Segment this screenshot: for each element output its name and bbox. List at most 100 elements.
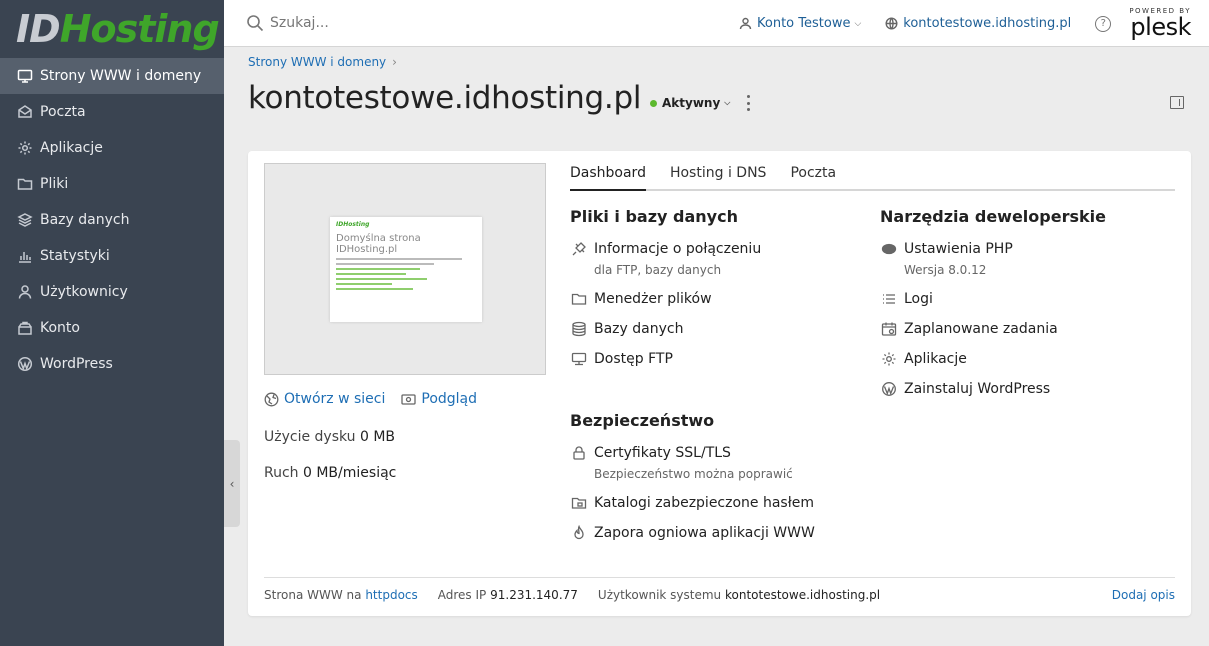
account-menu[interactable]: Konto Testowe ⌵ — [739, 16, 861, 31]
ip-address-info: Adres IP 91.231.140.77 — [438, 588, 578, 602]
flame-icon — [570, 524, 588, 542]
php-settings-link[interactable]: Ustawienia PHP Wersja 8.0.12 — [880, 239, 1106, 279]
sidebar-item-label: Użytkownicy — [40, 284, 128, 300]
more-options-icon[interactable] — [745, 95, 751, 111]
sidebar-item-label: Poczta — [40, 104, 86, 120]
open-in-web-label: Otwórz w sieci — [284, 391, 386, 407]
monitor-icon — [16, 67, 34, 85]
tool-sublabel: Bezpieczeństwo można poprawić — [594, 467, 793, 481]
protected-directories-link[interactable]: Katalogi zabezpieczone hasłem — [570, 493, 815, 513]
disk-usage-value: 0 MB — [360, 429, 396, 445]
chevron-down-icon: ⌵ — [724, 98, 731, 107]
user-icon — [739, 17, 752, 30]
tab-hosting-dns[interactable]: Hosting i DNS — [670, 165, 766, 189]
tool-label: Zainstaluj WordPress — [904, 381, 1051, 397]
tab-dashboard[interactable]: Dashboard — [570, 165, 646, 191]
sidebar-item-wordpress[interactable]: WordPress — [0, 346, 224, 382]
tool-label: Bazy danych — [594, 321, 684, 337]
search-input[interactable] — [270, 15, 650, 31]
tab-mail[interactable]: Poczta — [790, 165, 836, 189]
document-root-label: Strona WWW na — [264, 588, 362, 602]
connection-info-link[interactable]: Informacje o połączeniu dla FTP, bazy dan… — [570, 239, 761, 279]
breadcrumb: Strony WWW i domeny › — [248, 55, 397, 69]
top-bar: Konto Testowe ⌵ kontotestowe.idhosting.p… — [224, 0, 1209, 47]
card-footer: Strona WWW na httpdocs Adres IP 91.231.1… — [264, 577, 1175, 602]
sidebar-item-label: Bazy danych — [40, 212, 130, 228]
traffic-label: Ruch — [264, 465, 299, 481]
ftp-access-link[interactable]: Dostęp FTP — [570, 349, 761, 369]
search-icon — [247, 15, 264, 32]
sidebar-item-databases[interactable]: Bazy danych — [0, 202, 224, 238]
side-panel-toggle-icon[interactable] — [1170, 96, 1184, 109]
ssl-certificates-link[interactable]: Certyfikaty SSL/TLS Bezpieczeństwo można … — [570, 443, 815, 483]
briefcase-icon — [16, 319, 34, 337]
chevron-down-icon: ⌵ — [854, 18, 862, 29]
add-description-link[interactable]: Dodaj opis — [1112, 588, 1175, 602]
file-manager-link[interactable]: Menedżer plików — [570, 289, 761, 309]
scheduled-tasks-link[interactable]: Zaplanowane zadania — [880, 319, 1106, 339]
sidebar-item-label: Aplikacje — [40, 140, 103, 156]
system-user-value: kontotestowe.idhosting.pl — [725, 588, 881, 602]
search-box[interactable] — [246, 14, 726, 32]
open-in-web-link[interactable]: Otwórz w sieci — [264, 391, 385, 407]
tool-label: Certyfikaty SSL/TLS — [594, 445, 731, 461]
section-title: Bezpieczeństwo — [570, 411, 715, 430]
chevron-left-icon: ‹ — [229, 476, 235, 491]
site-preview[interactable]: IDHosting Domyślna strona IDHosting.pl — [264, 163, 546, 375]
sidebar-item-mail[interactable]: Poczta — [0, 94, 224, 130]
page-title: kontotestowe.idhosting.pl — [248, 80, 642, 116]
sidebar-item-label: Pliki — [40, 176, 69, 192]
web-firewall-link[interactable]: Zapora ogniowa aplikacji WWW — [570, 523, 815, 543]
logs-link[interactable]: Logi — [880, 289, 1106, 309]
eye-icon — [401, 393, 417, 405]
logo-text-hosting: Hosting — [59, 7, 220, 51]
gear-icon — [16, 139, 34, 157]
applications-link[interactable]: Aplikacje — [880, 349, 1106, 369]
sidebar-collapse-handle[interactable]: ‹ — [224, 440, 240, 527]
sidebar-item-applications[interactable]: Aplikacje — [0, 130, 224, 166]
globe-icon — [264, 392, 279, 406]
sidebar-item-label: Konto — [40, 320, 80, 336]
tool-label: Informacje o połączeniu — [594, 241, 762, 257]
developer-tools-section: Narzędzia deweloperskie Ustawienia PHP We… — [880, 207, 1106, 399]
tool-label: Dostęp FTP — [594, 351, 673, 367]
system-user-label: Użytkownik systemu — [597, 588, 722, 602]
tool-label: Katalogi zabezpieczone hasłem — [594, 495, 814, 511]
ip-address-value: 91.231.140.77 — [490, 588, 578, 602]
sidebar-item-users[interactable]: Użytkownicy — [0, 274, 224, 310]
plesk-text: plesk — [1130, 13, 1191, 41]
calendar-clock-icon — [880, 320, 898, 338]
domain-link[interactable]: kontotestowe.idhosting.pl — [885, 16, 1071, 31]
traffic-value: 0 MB/miesiąc — [303, 465, 397, 481]
status-dropdown[interactable]: Aktywny ⌵ — [650, 96, 730, 110]
tab-bar: Dashboard Hosting i DNS Poczta — [570, 165, 1175, 191]
locked-folder-icon — [570, 494, 588, 512]
disk-usage-label: Użycie dysku — [264, 429, 356, 445]
databases-link[interactable]: Bazy danych — [570, 319, 761, 339]
wordpress-icon — [880, 380, 898, 398]
breadcrumb-link[interactable]: Strony WWW i domeny — [248, 55, 386, 69]
document-root-link[interactable]: httpdocs — [365, 588, 417, 602]
sidebar-item-account[interactable]: Konto — [0, 310, 224, 346]
certificate-lock-icon — [570, 444, 588, 462]
top-right-controls: Konto Testowe ⌵ kontotestowe.idhosting.p… — [739, 0, 1191, 47]
sidebar-item-files[interactable]: Pliki — [0, 166, 224, 202]
tool-label: Zapora ogniowa aplikacji WWW — [594, 525, 815, 541]
ip-address-label: Adres IP — [437, 588, 487, 602]
section-title: Narzędzia deweloperskie — [880, 207, 1106, 226]
install-wordpress-link[interactable]: Zainstaluj WordPress — [880, 379, 1106, 399]
sidebar-item-statistics[interactable]: Statystyki — [0, 238, 224, 274]
preview-link[interactable]: Podgląd — [401, 391, 477, 407]
tool-label: Zaplanowane zadania — [904, 321, 1058, 337]
sidebar-item-websites[interactable]: Strony WWW i domeny — [0, 58, 224, 94]
user-icon — [16, 283, 34, 301]
mail-icon — [16, 103, 34, 121]
thumbnail-title: Domyślna strona IDHosting.pl — [336, 233, 421, 255]
status-label: Aktywny — [662, 96, 721, 110]
idhosting-logo[interactable]: IDHosting — [0, 0, 224, 58]
list-icon — [880, 290, 898, 308]
site-links: Otwórz w sieci Podgląd — [264, 391, 493, 407]
account-name: Konto Testowe — [757, 16, 851, 31]
tool-sublabel: dla FTP, bazy danych — [594, 263, 722, 277]
help-icon[interactable]: ? — [1095, 15, 1112, 32]
